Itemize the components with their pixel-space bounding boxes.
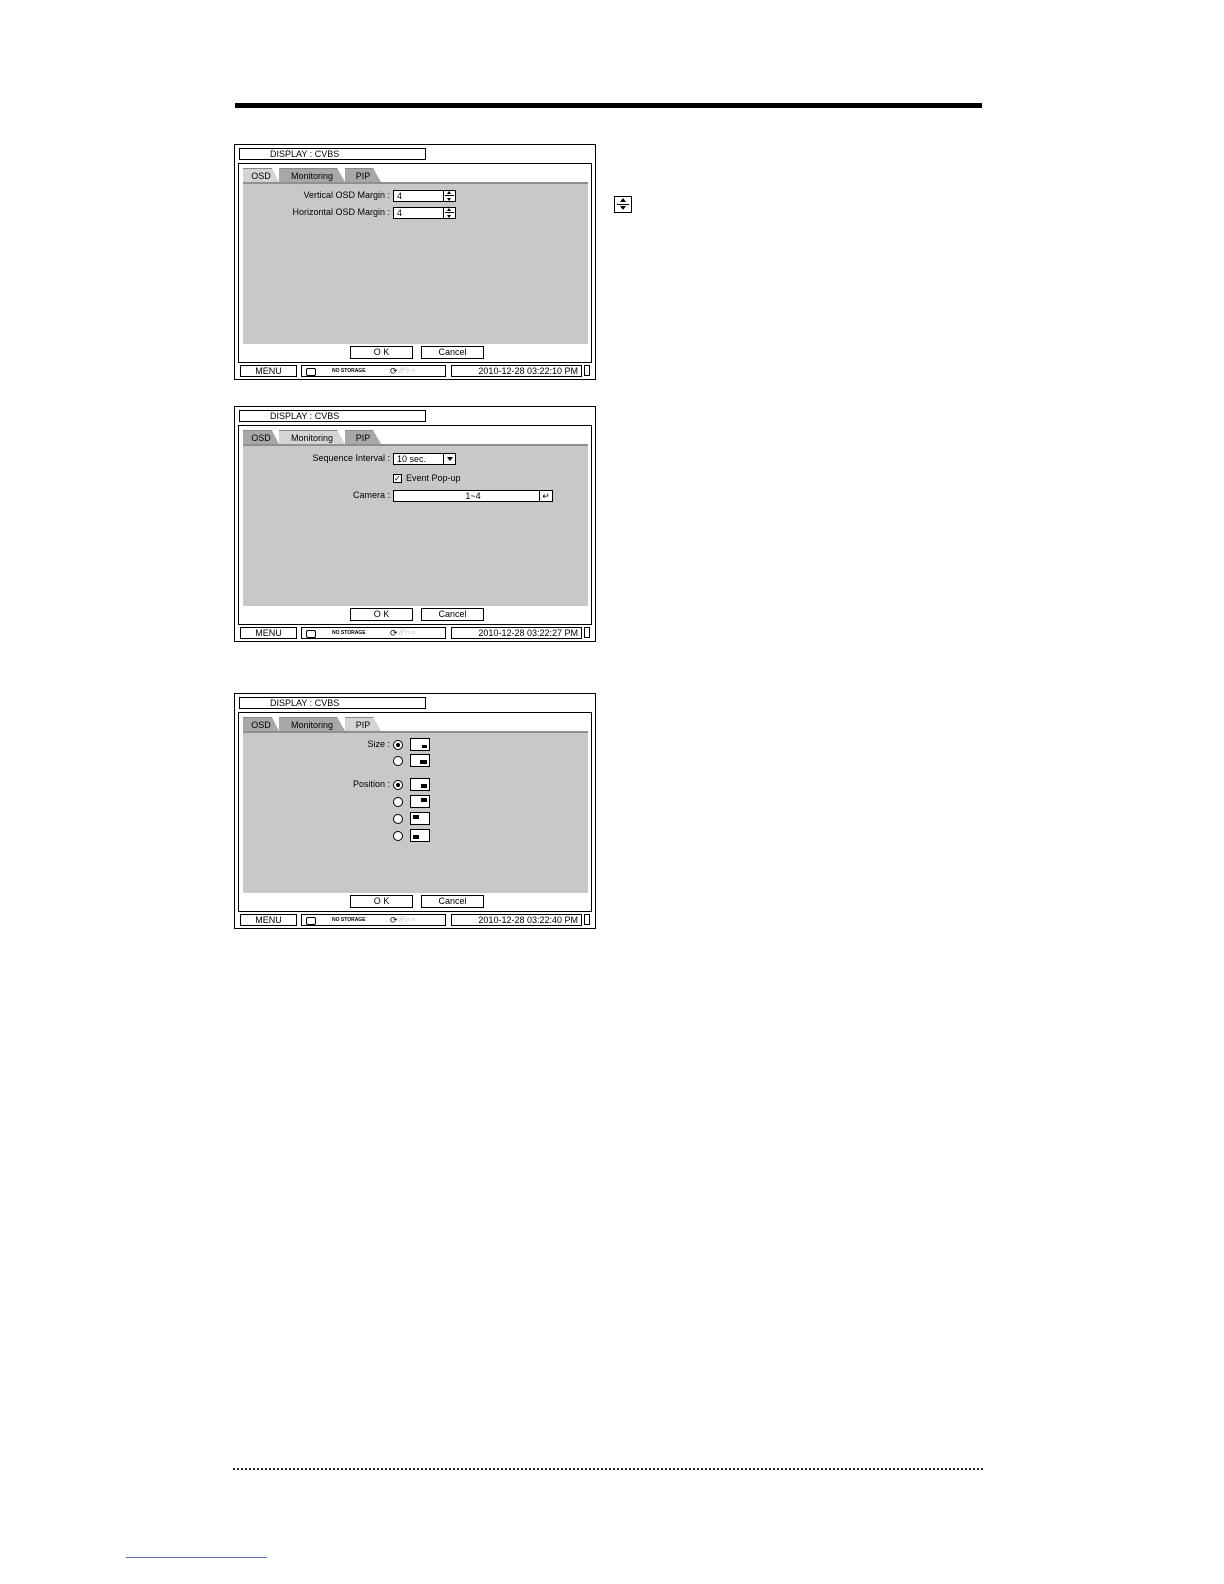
tab-pip[interactable]: PIP — [345, 717, 381, 731]
chevron-down-icon[interactable] — [443, 454, 455, 464]
tab-content: Sequence Interval : 10 sec. ✓ Event Pop-… — [243, 444, 588, 606]
event-popup-checkbox[interactable]: ✓ — [393, 474, 402, 483]
storage-indicator: NO STORAGE ⟳ ⁄⁄○○ — [301, 627, 446, 639]
status-bar: MENU NO STORAGE ⟳ ⁄⁄○○ 2010-12-28 03:22:… — [239, 626, 593, 640]
settings-panel: OSD Monitoring PIP Vertical OSD Margin :… — [238, 163, 592, 363]
size-label: Size : — [367, 739, 390, 749]
tab-monitoring[interactable]: Monitoring — [279, 430, 345, 444]
camera-selector[interactable]: 1~4 ↵ — [393, 490, 553, 502]
position-bottom-left-radio[interactable] — [393, 831, 403, 841]
status-icons: ⁄⁄○○ — [400, 915, 417, 924]
pip-bottom-right-icon — [410, 778, 430, 791]
status-icons: ⁄⁄○○ — [400, 366, 417, 375]
horizontal-osd-margin-value: 4 — [397, 208, 403, 218]
pip-size-large-icon — [410, 754, 430, 767]
display-screen-osd: DISPLAY : CVBS OSD Monitoring PIP Vertic… — [234, 144, 596, 380]
vertical-osd-margin-stepper[interactable]: 4 — [393, 190, 456, 202]
disk-icon — [306, 917, 316, 925]
battery-icon — [584, 365, 590, 376]
sync-icon: ⟳ — [390, 366, 398, 376]
vertical-osd-margin-value: 4 — [397, 191, 403, 201]
position-label: Position : — [352, 779, 390, 789]
position-top-left-radio[interactable] — [393, 814, 403, 824]
tab-pip[interactable]: PIP — [345, 168, 381, 182]
storage-status: NO STORAGE — [332, 368, 366, 374]
camera-value: 1~4 — [465, 491, 481, 501]
storage-indicator: NO STORAGE ⟳ ⁄⁄○○ — [301, 914, 446, 926]
ok-button[interactable]: O K — [350, 608, 413, 621]
window-title: DISPLAY : CVBS — [239, 148, 426, 160]
vertical-osd-margin-label: Vertical OSD Margin : — [303, 190, 390, 200]
tab-pip[interactable]: PIP — [345, 430, 381, 444]
battery-icon — [584, 627, 590, 638]
tab-content: Vertical OSD Margin : 4 Horizontal OSD M… — [243, 182, 588, 344]
ok-button[interactable]: O K — [350, 895, 413, 908]
menu-button[interactable]: MENU — [240, 914, 297, 926]
tab-content: Size : Position : — [243, 731, 588, 893]
settings-panel: OSD Monitoring PIP Sequence Interval : 1… — [238, 425, 592, 625]
page-header-rule — [235, 103, 982, 108]
size-small-radio[interactable] — [393, 740, 403, 750]
size-large-radio[interactable] — [393, 756, 403, 766]
battery-icon — [584, 914, 590, 925]
footnote-rule — [126, 1557, 267, 1558]
camera-label: Camera : — [352, 490, 390, 500]
spin-arrows-icon[interactable] — [443, 191, 455, 201]
spin-arrows-icon[interactable] — [443, 208, 455, 218]
tab-osd[interactable]: OSD — [243, 168, 279, 182]
clock: 2010-12-28 03:22:10 PM — [451, 365, 582, 377]
window-title: DISPLAY : CVBS — [239, 410, 426, 422]
pip-bottom-left-icon — [410, 829, 430, 842]
cancel-button[interactable]: Cancel — [421, 895, 484, 908]
cancel-button[interactable]: Cancel — [421, 608, 484, 621]
status-icons: ⁄⁄○○ — [400, 628, 417, 637]
enter-icon[interactable]: ↵ — [539, 491, 552, 501]
clock: 2010-12-28 03:22:27 PM — [451, 627, 582, 639]
tab-monitoring[interactable]: Monitoring — [279, 717, 345, 731]
disk-icon — [306, 630, 316, 638]
pip-top-left-icon — [410, 812, 430, 825]
event-popup-label: Event Pop-up — [406, 473, 461, 483]
page-footer-rule — [233, 1468, 983, 1470]
pip-top-right-icon — [410, 795, 430, 808]
display-screen-pip: DISPLAY : CVBS OSD Monitoring PIP Size :… — [234, 693, 596, 929]
sync-icon: ⟳ — [390, 915, 398, 925]
menu-button[interactable]: MENU — [240, 627, 297, 639]
settings-panel: OSD Monitoring PIP Size : Position : O K… — [238, 712, 592, 912]
pip-size-small-icon — [410, 738, 430, 751]
position-top-right-radio[interactable] — [393, 797, 403, 807]
spin-up-down-icon — [614, 196, 632, 213]
tab-monitoring[interactable]: Monitoring — [279, 168, 345, 182]
display-screen-monitoring: DISPLAY : CVBS OSD Monitoring PIP Sequen… — [234, 406, 596, 642]
horizontal-osd-margin-label: Horizontal OSD Margin : — [292, 207, 390, 217]
status-bar: MENU NO STORAGE ⟳ ⁄⁄○○ 2010-12-28 03:22:… — [239, 364, 593, 378]
tab-osd[interactable]: OSD — [243, 717, 279, 731]
tab-osd[interactable]: OSD — [243, 430, 279, 444]
status-bar: MENU NO STORAGE ⟳ ⁄⁄○○ 2010-12-28 03:22:… — [239, 913, 593, 927]
clock: 2010-12-28 03:22:40 PM — [451, 914, 582, 926]
sequence-interval-dropdown[interactable]: 10 sec. — [393, 453, 456, 465]
sequence-interval-label: Sequence Interval : — [312, 453, 390, 463]
storage-status: NO STORAGE — [332, 917, 366, 923]
position-bottom-right-radio[interactable] — [393, 780, 403, 790]
storage-indicator: NO STORAGE ⟳ ⁄⁄○○ — [301, 365, 446, 377]
storage-status: NO STORAGE — [332, 630, 366, 636]
horizontal-osd-margin-stepper[interactable]: 4 — [393, 207, 456, 219]
disk-icon — [306, 368, 316, 376]
sequence-interval-value: 10 sec. — [397, 454, 427, 464]
ok-button[interactable]: O K — [350, 346, 413, 359]
window-title: DISPLAY : CVBS — [239, 697, 426, 709]
sync-icon: ⟳ — [390, 628, 398, 638]
menu-button[interactable]: MENU — [240, 365, 297, 377]
cancel-button[interactable]: Cancel — [421, 346, 484, 359]
